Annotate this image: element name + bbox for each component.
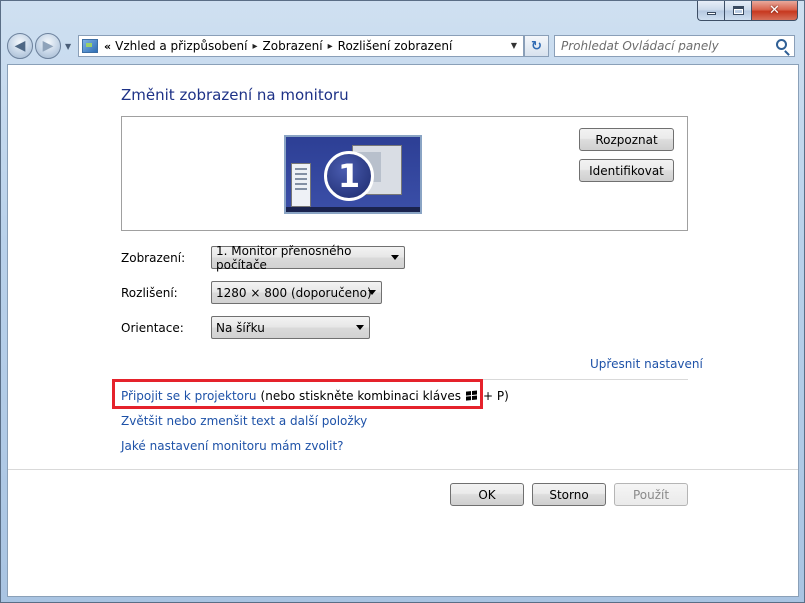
monitor-window-graphic [291,163,311,207]
resolution-select-value: 1280 × 800 (doporučeno) [216,285,372,300]
breadcrumb-screen-resolution[interactable]: Rozlišení zobrazení [338,39,453,53]
projector-hint-suffix: + P) [482,389,509,403]
display-select[interactable]: 1. Monitor přenosného počítače [211,243,405,272]
chevron-down-icon [391,255,399,260]
display-select-value: 1. Monitor přenosného počítače [216,243,352,272]
recent-pages-chevron-down-icon[interactable]: ▼ [65,42,71,51]
ok-button[interactable]: OK [450,483,524,506]
back-button[interactable]: ◀ [7,33,33,59]
content-pane: Změnit zobrazení na monitoru 1 Rozpoznat… [7,64,799,597]
detect-button[interactable]: Rozpoznat [579,128,674,151]
monitor-1-thumbnail[interactable]: 1 [284,135,422,214]
back-forward-group: ◀ ▶ ▼ [7,32,79,60]
monitor-number-badge: 1 [324,151,374,201]
windows-key-icon [465,389,478,402]
monitor-taskbar-graphic [286,207,420,212]
address-bar[interactable]: « Vzhled a přizpůsobení ▸ Zobrazení ▸ Ro… [78,35,524,57]
refresh-icon: ↻ [531,38,542,54]
close-icon: ✕ [769,3,780,18]
window-frame: ✕ ◀ ▶ ▼ « Vzhled a přizpůsobení ▸ Zobraz… [0,0,805,603]
breadcrumb-separator-icon[interactable]: ▸ [328,41,333,52]
projector-row: Připojit se k projektoru (nebo stiskněte… [121,389,509,403]
advanced-settings-link[interactable]: Upřesnit nastavení [590,357,703,371]
text-size-link[interactable]: Zvětšit nebo zmenšit text a další položk… [121,414,367,428]
display-label: Zobrazení: [121,251,186,265]
search-box [554,35,795,57]
forward-arrow-icon: ▶ [42,38,54,54]
search-input[interactable] [561,39,771,53]
refresh-button[interactable]: ↻ [524,35,549,57]
chevron-down-icon [356,325,364,330]
breadcrumb-display[interactable]: Zobrazení [263,39,323,53]
minimize-icon [706,12,716,15]
overflow-chevron-icon[interactable]: « [104,40,111,53]
page-title: Změnit zobrazení na monitoru [121,86,349,104]
chevron-down-icon [368,290,376,295]
forward-button[interactable]: ▶ [35,33,61,59]
resolution-select[interactable]: 1280 × 800 (doporučeno) [211,281,382,304]
apply-button[interactable]: Použít [614,483,688,506]
search-icon[interactable] [776,39,787,50]
monitor-help-link[interactable]: Jaké nastavení monitoru mám zvolit? [121,439,344,453]
address-dropdown-chevron-down-icon[interactable]: ▼ [511,41,517,50]
projector-hint-text: (nebo stiskněte kombinaci kláves [260,389,461,403]
orientation-select[interactable]: Na šířku [211,316,370,339]
identify-button[interactable]: Identifikovat [579,159,674,182]
connect-projector-link[interactable]: Připojit se k projektoru [121,389,257,403]
footer-divider [8,469,798,470]
minimize-button[interactable] [697,1,724,21]
back-arrow-icon: ◀ [14,38,26,54]
monitor-arrangement-panel: 1 Rozpoznat Identifikovat [121,116,688,231]
navigation-bar: ◀ ▶ ▼ « Vzhled a přizpůsobení ▸ Zobrazen… [7,32,800,60]
breadcrumb-separator-icon[interactable]: ▸ [252,41,257,52]
orientation-select-value: Na šířku [216,320,265,335]
resolution-label: Rozlišení: [121,286,178,300]
maximize-icon [732,6,744,15]
close-button[interactable]: ✕ [751,1,798,21]
breadcrumb-appearance[interactable]: Vzhled a přizpůsobení [115,39,247,53]
caption-buttons: ✕ [697,1,798,21]
maximize-button[interactable] [724,1,751,21]
title-bar: ✕ [1,1,804,27]
cancel-button[interactable]: Storno [532,483,606,506]
orientation-label: Orientace: [121,321,184,335]
control-panel-icon [82,39,98,53]
